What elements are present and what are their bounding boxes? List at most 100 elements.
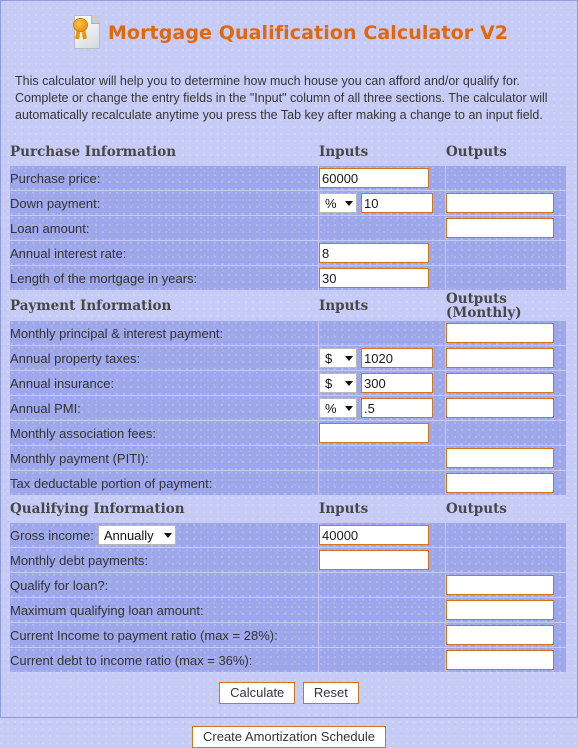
- input-cell: $: [319, 371, 445, 395]
- row-label-qualify-for-loan: Qualify for loan?:: [10, 573, 318, 597]
- table-row: Down payment: %: [10, 191, 566, 215]
- table-row: Annual interest rate:: [10, 241, 566, 265]
- output-cell: [446, 216, 566, 240]
- input-cell: [319, 523, 445, 547]
- debt-income-ratio-output: [446, 650, 554, 670]
- association-fees-input[interactable]: [319, 423, 429, 443]
- mortgage-length-input[interactable]: [319, 268, 429, 288]
- purchase-price-input[interactable]: [319, 168, 429, 188]
- down-payment-input[interactable]: [361, 193, 433, 213]
- output-cell: [446, 371, 566, 395]
- column-header-outputs-monthly: Outputs (Monthly): [446, 291, 566, 320]
- property-taxes-unit-select[interactable]: $: [319, 348, 357, 368]
- annual-pmi-input[interactable]: [361, 398, 433, 418]
- table-row: Monthly association fees:: [10, 421, 566, 445]
- output-cell: [446, 191, 566, 215]
- document-award-icon: [70, 13, 104, 53]
- input-cell: %: [319, 396, 445, 420]
- gross-income-frequency-value: Annually: [103, 527, 154, 543]
- output-cell: [446, 446, 566, 470]
- gross-income-input[interactable]: [319, 525, 429, 545]
- annual-insurance-input[interactable]: [361, 373, 433, 393]
- output-cell: [446, 598, 566, 622]
- chevron-down-icon: [345, 405, 353, 411]
- monthly-debt-input[interactable]: [319, 550, 429, 570]
- output-cell: [446, 471, 566, 495]
- input-cell: [319, 241, 445, 265]
- output-cell: [446, 396, 566, 420]
- table-row: Qualify for loan?:: [10, 573, 566, 597]
- reset-button[interactable]: Reset: [302, 682, 359, 704]
- purchase-information-table: Purchase Information Inputs Outputs Purc…: [9, 138, 567, 673]
- property-taxes-unit-value: $: [325, 350, 333, 366]
- page-header: Mortgage Qualification Calculator V2: [1, 1, 577, 59]
- annual-pmi-output: [446, 398, 554, 418]
- calculate-button[interactable]: Calculate: [219, 682, 296, 704]
- output-cell: [446, 346, 566, 370]
- input-cell: [319, 266, 445, 290]
- down-payment-unit-value: %: [325, 195, 337, 211]
- input-cell-empty: [319, 573, 445, 597]
- input-cell: [319, 421, 445, 445]
- input-cell-empty: [319, 471, 445, 495]
- row-label-tax-deductable: Tax deductable portion of payment:: [10, 471, 318, 495]
- annual-pmi-unit-value: %: [325, 400, 337, 416]
- row-label-annual-pmi: Annual PMI:: [10, 396, 318, 420]
- table-row: Monthly payment (PITI):: [10, 446, 566, 470]
- row-label-debt-income-ratio: Current debt to income ratio (max = 36%)…: [10, 648, 318, 672]
- output-cell-empty: [446, 241, 566, 265]
- annual-insurance-unit-select[interactable]: $: [319, 373, 357, 393]
- principal-interest-output: [446, 323, 554, 343]
- input-cell-empty: [319, 446, 445, 470]
- annual-interest-rate-input[interactable]: [319, 243, 429, 263]
- output-cell: [446, 321, 566, 345]
- annual-pmi-unit-select[interactable]: %: [319, 398, 357, 418]
- max-qualifying-loan-output: [446, 600, 554, 620]
- table-row: Current debt to income ratio (max = 36%)…: [10, 648, 566, 672]
- table-row: Loan amount:: [10, 216, 566, 240]
- input-cell: [319, 548, 445, 572]
- row-label-purchase-price: Purchase price:: [10, 166, 318, 190]
- column-header-outputs-line2: (Monthly): [446, 305, 522, 321]
- table-row: Monthly debt payments:: [10, 548, 566, 572]
- section-title-qualifying: Qualifying Information: [10, 501, 185, 517]
- table-row: Annual property taxes: $: [10, 346, 566, 370]
- row-label-association-fees: Monthly association fees:: [10, 421, 318, 445]
- table-row: Purchase price:: [10, 166, 566, 190]
- table-row: Annual insurance: $: [10, 371, 566, 395]
- chevron-down-icon: [345, 200, 353, 206]
- column-header-outputs-line1: Outputs: [446, 291, 507, 307]
- gross-income-frequency-select[interactable]: Annually: [97, 525, 176, 545]
- input-cell-empty: [319, 648, 445, 672]
- chevron-down-icon: [345, 380, 353, 386]
- monthly-piti-output: [446, 448, 554, 468]
- intro-text: This calculator will help you to determi…: [15, 74, 548, 122]
- column-header-inputs: Inputs: [319, 501, 369, 517]
- row-label-mortgage-length: Length of the mortgage in years:: [10, 266, 318, 290]
- output-cell-empty: [446, 421, 566, 445]
- qualify-for-loan-output: [446, 575, 554, 595]
- loan-amount-output: [446, 218, 554, 238]
- property-taxes-output: [446, 348, 554, 368]
- property-taxes-input[interactable]: [361, 348, 433, 368]
- row-label-monthly-piti: Monthly payment (PITI):: [10, 446, 318, 470]
- row-label-down-payment: Down payment:: [10, 191, 318, 215]
- annual-insurance-output: [446, 373, 554, 393]
- down-payment-unit-select[interactable]: %: [319, 193, 357, 213]
- input-cell: [319, 166, 445, 190]
- row-label-annual-insurance: Annual insurance:: [10, 371, 318, 395]
- row-label-income-payment-ratio: Current Income to payment ratio (max = 2…: [10, 623, 318, 647]
- input-cell-empty: [319, 216, 445, 240]
- down-payment-output: [446, 193, 554, 213]
- row-label-property-taxes: Annual property taxes:: [10, 346, 318, 370]
- output-cell-empty: [446, 166, 566, 190]
- input-cell: $: [319, 346, 445, 370]
- table-row: Tax deductable portion of payment:: [10, 471, 566, 495]
- row-label-loan-amount: Loan amount:: [10, 216, 318, 240]
- output-cell: [446, 648, 566, 672]
- input-cell-empty: [319, 623, 445, 647]
- table-row: Gross income: Annually: [10, 523, 566, 547]
- table-row: Annual PMI: %: [10, 396, 566, 420]
- create-amortization-schedule-button[interactable]: Create Amortization Schedule: [192, 726, 386, 748]
- annual-insurance-unit-value: $: [325, 375, 333, 391]
